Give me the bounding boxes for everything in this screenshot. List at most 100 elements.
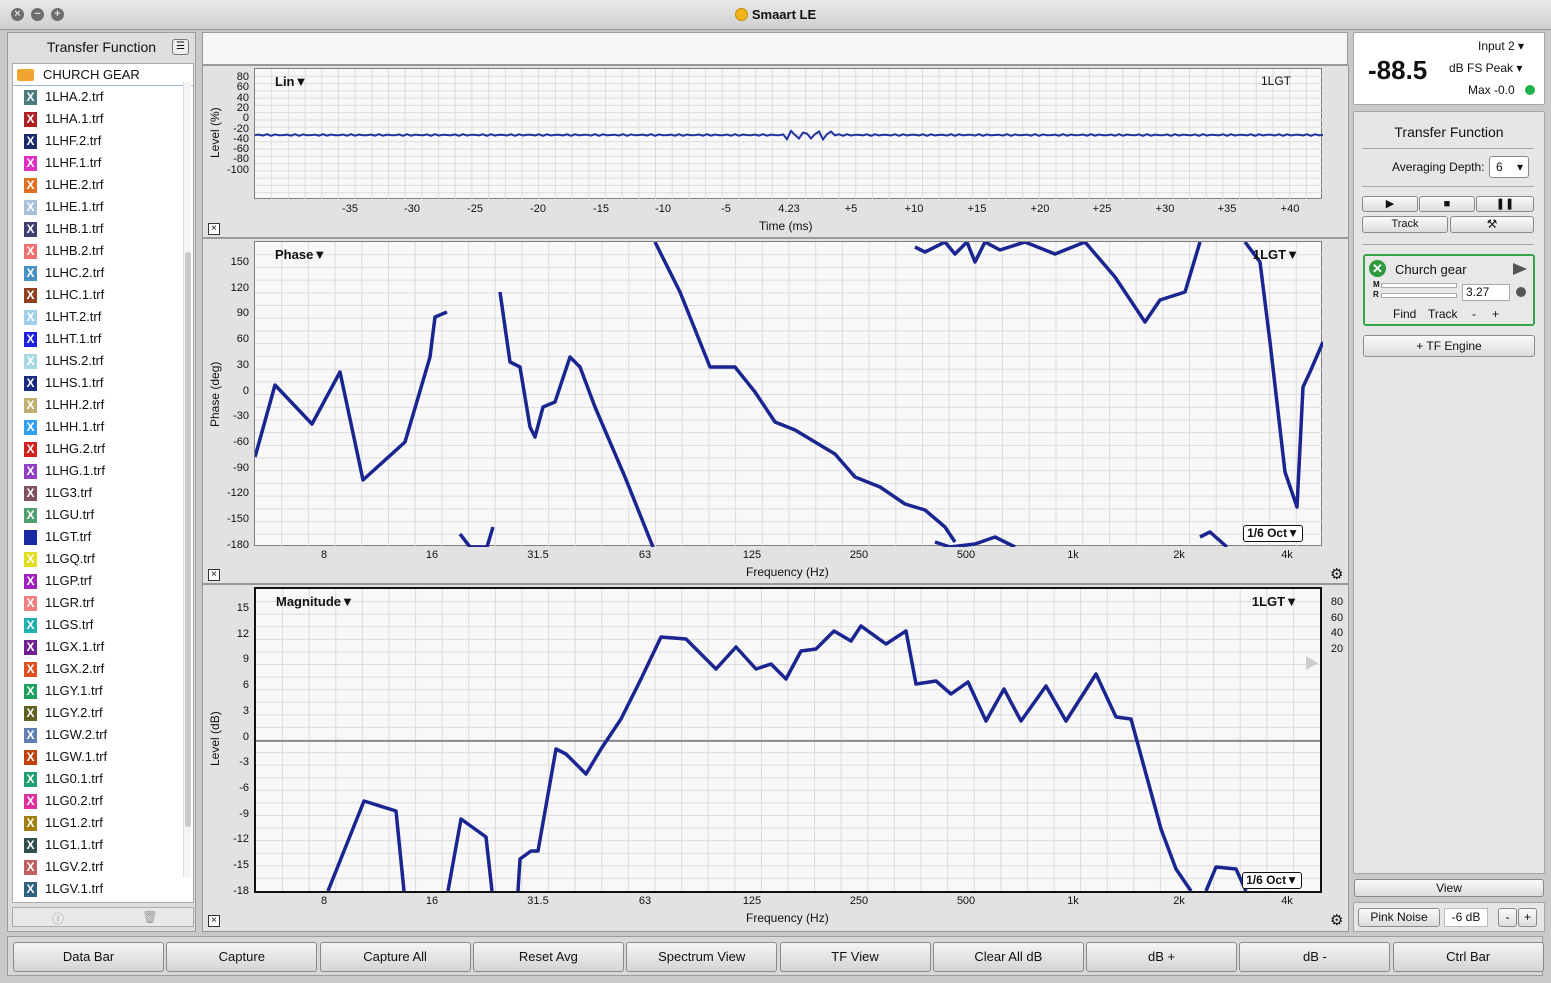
file-item[interactable]: X 1LGX.1.trf [13, 636, 193, 658]
magnitude-gear-icon[interactable]: ⚙ [1330, 913, 1343, 928]
file-item[interactable]: X 1LHE.2.trf [13, 174, 193, 196]
file-item[interactable]: X 1LHG.2.trf [13, 438, 193, 460]
file-item[interactable]: X 1LHH.1.trf [13, 416, 193, 438]
phase-gear-icon[interactable]: ⚙ [1330, 567, 1343, 582]
file-item[interactable]: X 1LGX.2.trf [13, 658, 193, 680]
file-item[interactable]: X 1LHT.2.trf [13, 306, 193, 328]
file-item[interactable]: X 1LHC.1.trf [13, 284, 193, 306]
file-name: 1LHH.1.trf [45, 419, 105, 434]
file-item[interactable]: X 1LHC.2.trf [13, 262, 193, 284]
file-item[interactable]: X 1LG1.1.trf [13, 834, 193, 856]
pause-button[interactable]: ❚❚ [1476, 196, 1534, 212]
close-impulse-icon[interactable]: × [208, 223, 220, 235]
file-item[interactable]: X 1LHA.1.trf [13, 108, 193, 130]
track-button[interactable]: Track [1362, 216, 1448, 233]
file-item[interactable]: X 1LGR.trf [13, 592, 193, 614]
file-name: 1LHT.2.trf [45, 309, 102, 324]
generator-level-plus-button[interactable]: + [1518, 908, 1537, 927]
file-item[interactable]: X 1LGY.2.trf [13, 702, 193, 724]
cmd-db-button[interactable]: dB + [1086, 942, 1238, 972]
tools-icon[interactable]: ⚒ [1450, 216, 1534, 233]
file-item[interactable]: X 1LGV.1.trf [13, 878, 193, 900]
file-item[interactable]: X 1LHA.2.trf [13, 86, 193, 108]
file-item[interactable]: X 1LHS.1.trf [13, 372, 193, 394]
file-item[interactable]: X 1LHT.1.trf [13, 328, 193, 350]
file-item[interactable]: X 1LHF.2.trf [13, 130, 193, 152]
file-item[interactable]: X 1LG1.2.trf [13, 812, 193, 834]
stop-button[interactable]: ■ [1419, 196, 1475, 212]
delay-minus-button[interactable]: - [1472, 307, 1476, 321]
info-icon[interactable]: ⓘ [13, 910, 103, 927]
play-button[interactable]: ▶ [1362, 196, 1418, 212]
add-tf-engine-button[interactable]: + TF Engine [1363, 335, 1535, 357]
phase-trace-selector[interactable]: 1LGT▼ [1253, 247, 1299, 262]
file-item[interactable]: X 1LHE.1.trf [13, 196, 193, 218]
file-item[interactable]: X 1LGU.trf [13, 504, 193, 526]
file-item[interactable]: X 1LG0.1.trf [13, 768, 193, 790]
trash-icon[interactable]: 🗑 [105, 910, 195, 924]
magnitude-title[interactable]: Magnitude▼ [276, 594, 354, 609]
file-item[interactable]: X 1LG0.2.trf [13, 790, 193, 812]
file-item[interactable]: X 1LGP.trf [13, 570, 193, 592]
file-item[interactable]: X 1LG3.trf [13, 482, 193, 504]
cmd-capture-button[interactable]: Capture [166, 942, 318, 972]
cmd-spectrum-view-button[interactable]: Spectrum View [626, 942, 778, 972]
trf-file-icon: X [24, 376, 37, 391]
magnitude-x-tick: 4k [1281, 895, 1293, 907]
coherence-threshold-handle-icon[interactable] [1306, 656, 1318, 670]
file-item[interactable]: X 1LHF.1.trf [13, 152, 193, 174]
cmd-ctrl-bar-button[interactable]: Ctrl Bar [1392, 942, 1544, 972]
magnitude-x-tick: 250 [849, 895, 869, 907]
magnitude-smoothing-selector[interactable]: 1/6 Oct▼ [1242, 872, 1302, 889]
engine-expand-icon[interactable] [1513, 263, 1527, 275]
cmd-data-bar-button[interactable]: Data Bar [13, 942, 164, 972]
file-item[interactable]: X 1LGV.2.trf [13, 856, 193, 878]
generator-level-field[interactable]: -6 dB [1444, 908, 1488, 927]
hamburger-menu-icon[interactable]: ☰ [172, 39, 189, 55]
file-item[interactable]: X 1LHB.2.trf [13, 240, 193, 262]
file-item[interactable]: X 1LGQ.trf [13, 548, 193, 570]
scroll-thumb[interactable] [185, 252, 191, 827]
pink-noise-button[interactable]: Pink Noise [1358, 908, 1440, 927]
phase-plot[interactable]: Phase▼ 1LGT▼ 1/6 Oct▼ [254, 241, 1323, 547]
file-item[interactable]: X 1LGY.1.trf [13, 680, 193, 702]
file-item[interactable]: X 1LGS.trf [13, 614, 193, 636]
cmd-capture-all-button[interactable]: Capture All [319, 942, 471, 972]
file-item[interactable]: X 1LGW.1.trf [13, 746, 193, 768]
view-button[interactable]: View [1354, 879, 1544, 897]
file-item[interactable]: X 1LHB.1.trf [13, 218, 193, 240]
impulse-plot[interactable]: Lin▼ 1LGT [254, 68, 1323, 200]
file-item[interactable]: 1LGT.trf [13, 526, 193, 548]
meter-value: -88.5 [1368, 55, 1428, 85]
engine-record-icon[interactable] [1516, 287, 1526, 297]
tf-engine-card[interactable]: ✕ Church gear M R 3.27 Find Track - + [1363, 254, 1535, 326]
cmd-reset-avg-button[interactable]: Reset Avg [472, 942, 624, 972]
file-item[interactable]: X 1LGW.2.trf [13, 724, 193, 746]
close-phase-icon[interactable]: × [208, 569, 220, 581]
phase-title[interactable]: Phase▼ [275, 247, 326, 262]
meter-mode-selector[interactable]: dB FS Peak ▾ [1449, 61, 1522, 75]
generator-level-minus-button[interactable]: - [1498, 908, 1517, 927]
impulse-title[interactable]: Lin▼ [275, 74, 307, 89]
file-item[interactable]: X 1LHH.2.trf [13, 394, 193, 416]
phase-x-tick: 63 [638, 549, 652, 561]
input-selector[interactable]: Input 2 ▾ [1478, 39, 1524, 53]
averaging-depth-select[interactable]: 6 ▾ [1489, 156, 1529, 178]
track-delay-button[interactable]: Track [1428, 307, 1458, 321]
file-item[interactable]: X 1LHG.1.trf [13, 460, 193, 482]
find-delay-button[interactable]: Find [1393, 307, 1416, 321]
magnitude-plot[interactable]: Magnitude▼ 1LGT▼ 1/6 Oct▼ [254, 587, 1322, 893]
close-magnitude-icon[interactable]: × [208, 915, 220, 927]
magnitude-trace-selector[interactable]: 1LGT▼ [1252, 594, 1298, 609]
engine-enable-icon[interactable]: ✕ [1369, 260, 1386, 277]
file-list-scrollbar[interactable] [183, 82, 191, 877]
phase-smoothing-selector[interactable]: 1/6 Oct▼ [1243, 525, 1303, 542]
cmd-db-button[interactable]: dB - [1239, 942, 1391, 972]
cmd-clear-all-db-button[interactable]: Clear All dB [932, 942, 1084, 972]
delay-plus-button[interactable]: + [1492, 307, 1499, 321]
engine-name[interactable]: Church gear [1395, 262, 1467, 277]
file-item[interactable]: X 1LHS.2.trf [13, 350, 193, 372]
folder-church-gear[interactable]: CHURCH GEAR [13, 64, 193, 86]
delay-field[interactable]: 3.27 [1462, 284, 1510, 301]
cmd-tf-view-button[interactable]: TF View [779, 942, 931, 972]
